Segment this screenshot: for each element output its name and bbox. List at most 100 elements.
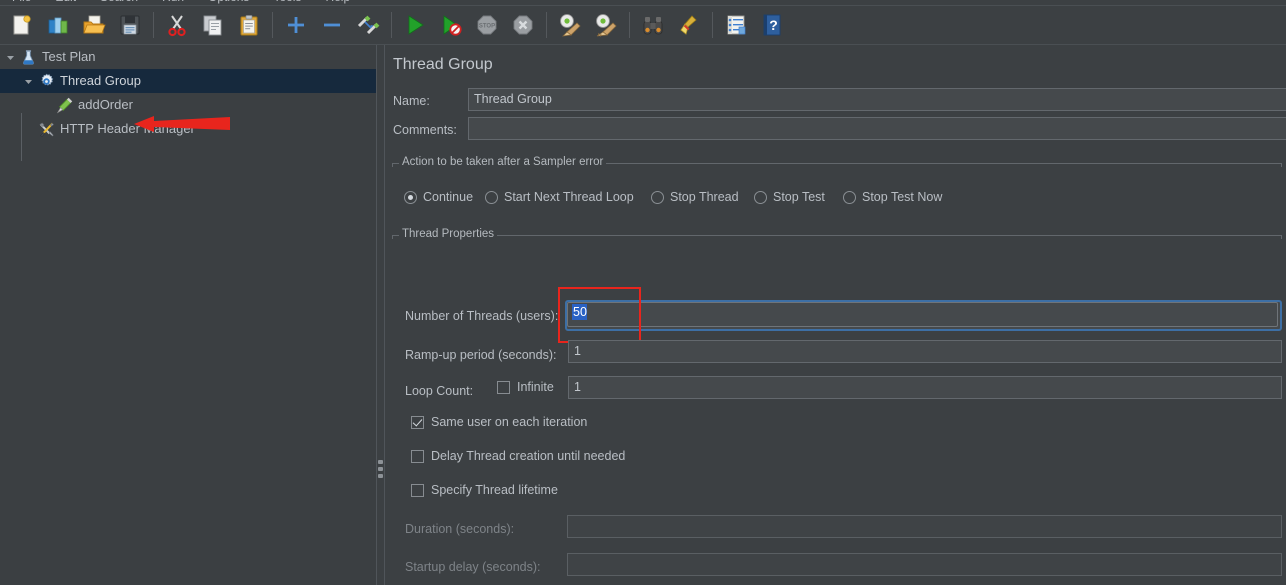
paste-button[interactable] xyxy=(231,9,267,41)
name-row: Name: xyxy=(393,88,430,114)
delay-thread-label: Delay Thread creation until needed xyxy=(431,449,626,463)
radio-stop-test-now[interactable]: Stop Test Now xyxy=(843,188,942,206)
function-helper-button[interactable] xyxy=(718,9,754,41)
name-label: Name: xyxy=(393,94,430,108)
clear-button[interactable] xyxy=(552,9,588,41)
tree-item-test-plan[interactable]: Test Plan xyxy=(0,45,376,69)
loop-count-label: Loop Count: xyxy=(405,384,474,398)
num-threads-row: Number of Threads (users): xyxy=(405,303,558,329)
copy-button[interactable] xyxy=(195,9,231,41)
toolbar-separator xyxy=(629,12,630,38)
expand-all-button[interactable] xyxy=(278,9,314,41)
menu-item-search[interactable]: Search xyxy=(88,0,150,4)
duration-label: Duration (seconds): xyxy=(405,522,515,536)
radio-indicator xyxy=(843,190,856,204)
radio-indicator xyxy=(651,190,664,204)
duration-input[interactable] xyxy=(567,515,1282,538)
radio-stop-thread[interactable]: Stop Thread xyxy=(651,188,739,206)
clear-all-button[interactable] xyxy=(588,9,624,41)
binoculars-icon xyxy=(643,17,663,35)
num-threads-label: Number of Threads (users): xyxy=(405,309,559,323)
start-button[interactable] xyxy=(397,9,433,41)
infinite-checkbox[interactable]: Infinite xyxy=(497,378,554,396)
gear-broom-all-icon xyxy=(596,14,617,37)
menu-item-options[interactable]: Options xyxy=(196,0,261,4)
thread-group-editor: Thread Group Name: Thread Group Comments… xyxy=(385,45,1286,585)
svg-text:?: ? xyxy=(769,17,778,33)
specify-lifetime-checkbox[interactable]: Specify Thread lifetime xyxy=(411,481,558,499)
templates-books-icon xyxy=(48,17,68,34)
comments-input[interactable] xyxy=(468,117,1286,140)
cut-button[interactable] xyxy=(159,9,195,41)
shutdown-button[interactable] xyxy=(505,9,541,41)
chevron-down-icon[interactable] xyxy=(2,45,18,69)
help-book-icon: ? xyxy=(763,14,781,36)
search-button[interactable] xyxy=(635,9,671,41)
sampler-error-legend: Action to be taken after a Sampler error xyxy=(399,156,607,168)
radio-continue[interactable]: Continue xyxy=(404,188,473,206)
ramp-up-row: Ramp-up period (seconds): xyxy=(405,342,556,368)
loop-count-input[interactable]: 1 xyxy=(568,376,1282,399)
play-no-pauses-icon xyxy=(443,15,462,36)
menu-item-edit[interactable]: Edit xyxy=(43,0,88,4)
thread-properties-group: Thread Properties Number of Threads (use… xyxy=(392,228,1282,579)
tree-item-http-header-manager[interactable]: HTTP Header Manager xyxy=(0,117,376,141)
save-button[interactable] xyxy=(112,9,148,41)
thread-group-gear-icon xyxy=(36,71,56,91)
menu-item-help[interactable]: Help xyxy=(313,0,362,4)
group-left-tick xyxy=(392,235,393,239)
jmeter-window: File Edit Search Run Options Tools Help xyxy=(0,0,1286,585)
group-right-tick xyxy=(1281,163,1282,167)
splitter-drag-handle[interactable] xyxy=(378,460,383,481)
startup-delay-input[interactable] xyxy=(567,553,1282,576)
header-manager-tools-icon xyxy=(36,119,56,139)
plus-icon xyxy=(288,17,304,33)
new-button[interactable] xyxy=(4,9,40,41)
ramp-up-label: Ramp-up period (seconds): xyxy=(405,348,557,362)
group-left-tick xyxy=(392,163,393,167)
toggle-pencils-icon xyxy=(357,15,380,35)
num-threads-value: 50 xyxy=(572,304,587,320)
svg-text:STOP: STOP xyxy=(479,23,495,29)
help-button[interactable]: ? xyxy=(754,9,790,41)
specify-lifetime-label: Specify Thread lifetime xyxy=(431,483,558,497)
reset-search-button[interactable] xyxy=(671,9,707,41)
collapse-all-button[interactable] xyxy=(314,9,350,41)
test-plan-tree[interactable]: Test Plan Thread Group addOrder HTTP Hea… xyxy=(0,45,376,585)
tree-item-addorder[interactable]: addOrder xyxy=(0,93,376,117)
tree-item-label: HTTP Header Manager xyxy=(60,121,195,136)
panel-splitter[interactable] xyxy=(376,45,385,585)
gear-broom-icon xyxy=(560,14,581,37)
splitter-line-left xyxy=(376,45,377,585)
checkbox-indicator xyxy=(411,449,424,463)
ramp-up-input[interactable]: 1 xyxy=(568,340,1282,363)
duration-row: Duration (seconds): xyxy=(405,516,514,542)
checkbox-indicator xyxy=(411,483,424,497)
toggle-button[interactable] xyxy=(350,9,386,41)
group-top-border xyxy=(392,235,1282,236)
tree-item-label: Test Plan xyxy=(42,49,96,64)
chevron-down-icon[interactable] xyxy=(20,69,36,93)
toolbar-separator xyxy=(546,12,547,38)
menu-item-run[interactable]: Run xyxy=(150,0,196,4)
checkbox-indicator xyxy=(411,415,424,429)
clipboard-icon xyxy=(240,15,258,36)
start-no-pauses-button[interactable] xyxy=(433,9,469,41)
delay-thread-checkbox[interactable]: Delay Thread creation until needed xyxy=(411,447,625,465)
tree-item-thread-group[interactable]: Thread Group xyxy=(0,69,376,93)
menu-item-tools[interactable]: Tools xyxy=(261,0,313,4)
num-threads-input[interactable]: 50 xyxy=(567,302,1278,327)
open-button[interactable] xyxy=(76,9,112,41)
sampler-error-group: Action to be taken after a Sampler error… xyxy=(392,156,1282,221)
templates-button[interactable] xyxy=(40,9,76,41)
name-input[interactable]: Thread Group xyxy=(468,88,1286,111)
loop-count-row: Loop Count: xyxy=(405,378,473,404)
radio-start-next-thread-loop[interactable]: Start Next Thread Loop xyxy=(485,188,634,206)
radio-indicator xyxy=(404,190,417,204)
stop-button[interactable]: STOP xyxy=(469,9,505,41)
menu-item-file[interactable]: File xyxy=(0,0,43,4)
comments-row: Comments: xyxy=(393,117,457,143)
same-user-checkbox[interactable]: Same user on each iteration xyxy=(411,413,587,431)
radio-stop-test[interactable]: Stop Test xyxy=(754,188,825,206)
